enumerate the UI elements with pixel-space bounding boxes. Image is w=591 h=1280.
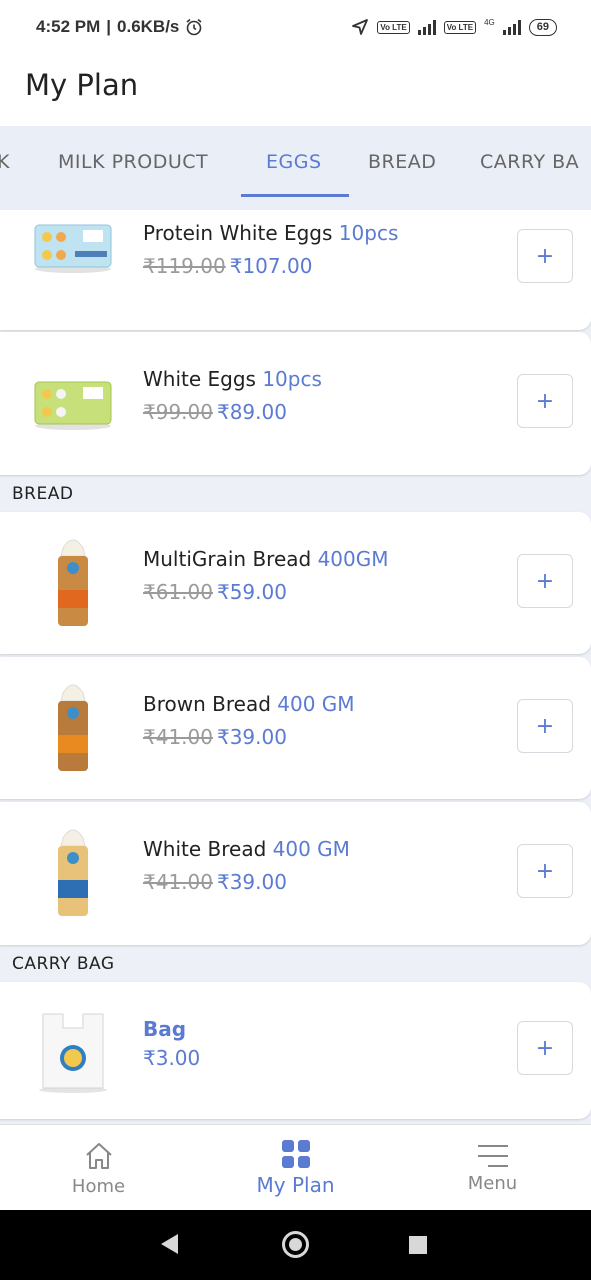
location-arrow-icon	[352, 19, 369, 35]
status-time: 4:52 PM	[36, 17, 101, 36]
section-title-carry-bag: CARRY BAG	[12, 954, 115, 974]
add-button[interactable]: +	[517, 554, 573, 608]
product-price: ₹61.00 ₹59.00	[143, 580, 287, 604]
current-price: ₹89.00	[216, 400, 287, 424]
current-price: ₹39.00	[216, 725, 287, 749]
section-title-bread: BREAD	[12, 484, 74, 504]
nav-my-plan-label: My Plan	[256, 1173, 335, 1197]
carry-bag-image	[22, 1000, 124, 1100]
alarm-icon	[186, 18, 202, 36]
product-name: Protein White Eggs 10pcs	[143, 221, 399, 245]
signal-icon-2	[502, 19, 521, 35]
bread-loaf-image	[22, 677, 124, 777]
product-unit: 400 GM	[277, 692, 355, 716]
product-price: ₹3.00	[143, 1046, 200, 1070]
nav-home[interactable]: Home	[0, 1125, 197, 1211]
product-price: ₹119.00 ₹107.00	[143, 254, 312, 278]
old-price: ₹119.00	[143, 254, 226, 278]
back-icon[interactable]	[161, 1234, 178, 1254]
battery-icon: 69	[528, 18, 557, 36]
add-button[interactable]: +	[517, 1021, 573, 1075]
egg-tray-blue-image	[22, 210, 124, 295]
home-circle-icon[interactable]	[282, 1231, 309, 1258]
tab-eggs[interactable]: EGGS	[266, 151, 322, 173]
current-price: ₹107.00	[229, 254, 313, 278]
product-card: Protein White Eggs 10pcs ₹119.00 ₹107.00 …	[0, 210, 591, 330]
product-name: MultiGrain Bread 400GM	[143, 547, 389, 571]
product-unit: 10pcs	[338, 221, 399, 245]
product-card: White Bread 400 GM ₹41.00 ₹39.00 +	[0, 802, 591, 945]
system-nav-bar	[0, 1210, 591, 1280]
tab-bread[interactable]: BREAD	[368, 151, 436, 173]
status-bar: 4:52 PM | 0.6KB/s Vo LTE Vo LTE 4G 69	[0, 0, 591, 54]
old-price: ₹99.00	[143, 400, 213, 424]
tab-carry-bag[interactable]: CARRY BA	[480, 151, 579, 173]
current-price: ₹39.00	[216, 870, 287, 894]
nav-menu[interactable]: Menu	[394, 1125, 591, 1211]
bread-loaf-image	[22, 532, 124, 632]
tab-milk-product[interactable]: MILK PRODUCT	[58, 151, 208, 173]
old-price: ₹41.00	[143, 725, 213, 749]
signal-icon	[417, 19, 436, 35]
volte-badge: Vo LTE	[377, 20, 410, 34]
status-right: Vo LTE Vo LTE 4G 69	[351, 18, 557, 36]
bottom-nav: Home My Plan Menu	[0, 1124, 591, 1210]
product-card: White Eggs 10pcs ₹99.00 ₹89.00 +	[0, 332, 591, 475]
menu-icon	[477, 1144, 508, 1167]
add-button[interactable]: +	[517, 374, 573, 428]
old-price: ₹41.00	[143, 870, 213, 894]
old-price: ₹61.00	[143, 580, 213, 604]
bread-loaf-image	[22, 822, 124, 922]
product-unit: 400 GM	[272, 837, 350, 861]
add-button[interactable]: +	[517, 699, 573, 753]
category-tabs: K MILK PRODUCT EGGS BREAD CARRY BA	[0, 126, 591, 210]
status-speed: 0.6KB/s	[117, 17, 180, 36]
network-type: 4G	[484, 18, 495, 27]
product-card: MultiGrain Bread 400GM ₹61.00 ₹59.00 +	[0, 512, 591, 654]
current-price: ₹59.00	[216, 580, 287, 604]
product-price: ₹99.00 ₹89.00	[143, 400, 287, 424]
product-price: ₹41.00 ₹39.00	[143, 870, 287, 894]
product-card: Bag ₹3.00 +	[0, 982, 591, 1119]
nav-menu-label: Menu	[467, 1172, 518, 1194]
current-price: ₹3.00	[143, 1046, 201, 1070]
product-price: ₹41.00 ₹39.00	[143, 725, 287, 749]
active-tab-indicator	[241, 194, 349, 197]
product-unit: 400GM	[317, 547, 389, 571]
tab-milk[interactable]: K	[0, 151, 10, 173]
home-icon	[85, 1142, 112, 1169]
grid-icon	[281, 1140, 310, 1168]
product-name: Brown Bread 400 GM	[143, 692, 355, 716]
volte-badge-2: Vo LTE	[443, 20, 477, 34]
egg-tray-green-image	[22, 352, 124, 452]
nav-home-label: Home	[71, 1175, 126, 1197]
product-name: White Bread 400 GM	[143, 837, 350, 861]
add-button[interactable]: +	[517, 229, 573, 283]
product-card: Brown Bread 400 GM ₹41.00 ₹39.00 +	[0, 657, 591, 799]
product-name: Bag	[143, 1017, 187, 1041]
page-title: My Plan	[25, 68, 139, 102]
product-unit: 10pcs	[262, 367, 322, 391]
product-list[interactable]: Protein White Eggs 10pcs ₹119.00 ₹107.00 …	[0, 210, 591, 1124]
status-left: 4:52 PM | 0.6KB/s	[36, 17, 203, 37]
product-name: White Eggs 10pcs	[143, 367, 322, 391]
recent-apps-icon[interactable]	[409, 1236, 427, 1254]
nav-my-plan[interactable]: My Plan	[197, 1125, 394, 1211]
app-header: My Plan	[0, 54, 591, 126]
add-button[interactable]: +	[517, 844, 573, 898]
